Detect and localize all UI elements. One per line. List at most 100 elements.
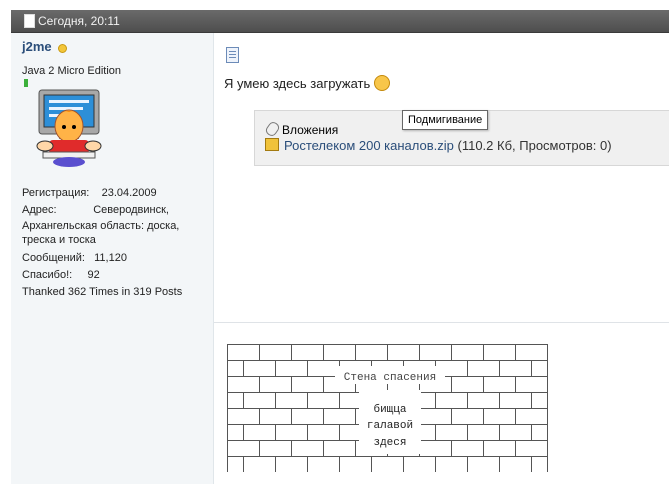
wall-brick <box>227 424 244 441</box>
wall-brick <box>275 360 308 377</box>
wall-brick <box>483 376 516 393</box>
attachment-info: (110.2 Кб, Просмотров: 0) <box>453 138 612 153</box>
wall-brick <box>499 360 532 377</box>
wall-brick <box>259 344 292 361</box>
wall-brick <box>419 344 452 361</box>
wall-brick <box>435 424 468 441</box>
wall-brick <box>323 408 356 425</box>
post-header: Сегодня, 20:11 <box>11 10 669 33</box>
wall-brick <box>227 360 244 377</box>
wall-brick <box>483 408 516 425</box>
registration-row: Регистрация: 23.04.2009 <box>22 185 207 202</box>
wall-title: Стена спасения <box>344 372 436 384</box>
user-profile-stats: Регистрация: 23.04.2009 Адрес: Северодви… <box>22 185 207 301</box>
wall-brick <box>467 424 500 441</box>
wall-line-1: бищца <box>373 403 406 416</box>
attachments-header: Вложения <box>263 120 339 138</box>
reputation-bar <box>24 79 28 87</box>
address-row: Адрес: Северодвинск, <box>22 202 207 219</box>
thanks-label: Спасибо!: <box>22 269 73 281</box>
wall-brick <box>227 456 244 472</box>
wall-brick <box>435 392 468 409</box>
registration-value: 23.04.2009 <box>101 187 157 199</box>
smiley-icon[interactable] <box>374 75 391 91</box>
wall-brick <box>243 360 276 377</box>
wall-brick <box>467 360 500 377</box>
username-link[interactable]: j2me <box>22 39 52 54</box>
address-label: Адрес: <box>22 204 57 216</box>
wall-brick <box>243 456 276 472</box>
wall-brick <box>371 456 404 472</box>
document-icon <box>24 14 35 28</box>
wall-brick <box>355 344 388 361</box>
wall-brick <box>275 392 308 409</box>
wall-brick <box>227 344 260 361</box>
user-title: Java 2 Micro Edition <box>22 65 122 77</box>
wall-brick <box>323 440 356 457</box>
wall-brick <box>419 440 452 457</box>
wall-brick <box>499 392 532 409</box>
wall-brick <box>291 408 324 425</box>
wall-brick <box>259 376 292 393</box>
wall-brick <box>307 392 340 409</box>
wall-brick <box>243 392 276 409</box>
post-icon <box>226 47 239 63</box>
address-value-2: Архангельская область: доска, треска и т… <box>22 220 180 246</box>
thanks-value: 92 <box>87 269 100 281</box>
avatar[interactable] <box>29 88 109 168</box>
wall-brick <box>275 456 308 472</box>
wall-brick <box>227 392 244 409</box>
thanks-row: Спасибо!: 92 <box>22 267 207 284</box>
wall-brick <box>259 408 292 425</box>
messages-row: Сообщений: 11,120 <box>22 250 207 267</box>
wall-line-3: здеся <box>373 437 406 449</box>
wall-brick <box>403 456 436 472</box>
attachments-title: Вложения <box>282 123 339 137</box>
post-message: Я умею здесь загружать <box>224 75 391 91</box>
post-content: Я умею здесь загружать Вложения Ростелек… <box>214 33 669 484</box>
wall-brick <box>227 376 260 393</box>
wall-brick <box>227 440 260 457</box>
zip-file-icon <box>265 138 279 151</box>
wall-brick <box>291 440 324 457</box>
wall-brick <box>451 344 484 361</box>
wall-brick <box>307 360 340 377</box>
wall-brick <box>531 424 548 441</box>
attachment-link[interactable]: Ростелеком 200 каналов.zip <box>284 138 454 153</box>
wall-brick <box>291 344 324 361</box>
wall-brick <box>291 376 324 393</box>
wall-brick <box>531 456 548 472</box>
wall-brick <box>227 408 260 425</box>
wall-brick <box>467 392 500 409</box>
wall-line-2: галавой <box>367 420 413 432</box>
wall-brick <box>387 344 420 361</box>
wall-brick <box>483 440 516 457</box>
wall-brick <box>451 440 484 457</box>
registration-label: Регистрация: <box>22 187 90 199</box>
signature-brick-wall: Стена спасения бищца галавой здеся <box>227 344 548 472</box>
smiley-tooltip: Подмигивание <box>402 110 489 130</box>
wall-brick <box>499 456 532 472</box>
wall-brick <box>243 424 276 441</box>
wall-brick <box>483 344 516 361</box>
signature-divider <box>214 322 669 323</box>
wall-brick <box>339 456 372 472</box>
user-info-panel: j2me Java 2 Micro Edition Регистрация: 2… <box>11 33 214 484</box>
messages-label: Сообщений: <box>22 252 85 264</box>
wall-brick <box>531 392 548 409</box>
message-text: Я умею здесь загружать <box>224 76 371 91</box>
wall-brick <box>515 376 548 393</box>
thanked-summary: Thanked 362 Times in 319 Posts <box>22 286 183 298</box>
wall-brick <box>515 440 548 457</box>
wall-brick <box>451 408 484 425</box>
wall-brick <box>451 376 484 393</box>
attachment-item: Ростелеком 200 каналов.zip (110.2 Кб, Пр… <box>265 138 612 153</box>
wall-brick <box>499 424 532 441</box>
wall-brick <box>259 440 292 457</box>
wall-brick <box>467 456 500 472</box>
wall-brick <box>531 360 548 377</box>
wall-brick <box>275 424 308 441</box>
address-value-1: Северодвинск, <box>93 204 169 216</box>
wall-brick <box>307 424 340 441</box>
wall-brick <box>307 456 340 472</box>
